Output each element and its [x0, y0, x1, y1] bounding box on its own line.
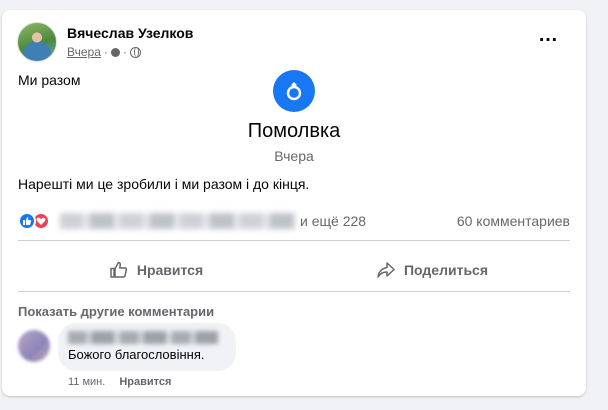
thumbs-up-icon [110, 261, 127, 278]
reactions-count[interactable]: и ещё 228 [300, 213, 366, 229]
show-more-comments-link[interactable]: Показать другие комментарии [18, 304, 214, 319]
post-text: Ми разом [18, 72, 81, 88]
commenter-name-redacted[interactable] [68, 331, 218, 344]
post-card: Вячеслав Узелков Вчера · · … Ми разом По… [2, 10, 586, 396]
post-actions: Нравится Поделиться [18, 250, 570, 290]
meta-separator: · [103, 45, 108, 59]
reactions-bar: и ещё 228 60 комментариев [18, 211, 570, 231]
more-options-icon[interactable]: … [538, 25, 559, 45]
post-header: Вячеслав Узелков Вчера · · … [17, 22, 567, 62]
share-button-label: Поделиться [403, 262, 489, 278]
event-date: Вчера [274, 148, 314, 164]
reacted-names-redacted[interactable] [60, 213, 296, 229]
meta-separator-2: · [122, 45, 127, 59]
share-icon [377, 262, 395, 278]
friends-icon [110, 47, 120, 57]
globe-icon [129, 46, 141, 58]
share-button[interactable]: Поделиться [294, 250, 570, 290]
comment-time[interactable]: 11 мин. [68, 376, 105, 388]
event-title: Помолвка [247, 120, 341, 142]
author-name[interactable]: Вячеслав Узелков [67, 25, 193, 41]
event-caption: Нарешті ми це зробили і ми разом і до кі… [18, 176, 310, 192]
author-avatar[interactable] [17, 22, 57, 62]
like-button-label: Нравится [136, 262, 204, 278]
divider [18, 240, 570, 241]
commenter-avatar[interactable] [18, 330, 50, 362]
comment-meta: 11 мин. Нравится [68, 376, 171, 388]
divider [18, 291, 570, 292]
comments-count[interactable]: 60 комментариев [457, 213, 570, 229]
post-meta: Вчера · · [67, 45, 141, 59]
comment-text: Божого благословіння. [68, 347, 205, 362]
post-time[interactable]: Вчера [67, 45, 101, 59]
comment-bubble: Божого благословіння. [58, 323, 236, 371]
comment-like-link[interactable]: Нравится [119, 376, 171, 388]
like-reaction-icon[interactable] [18, 212, 36, 230]
like-button[interactable]: Нравится [18, 250, 294, 290]
ring-icon [273, 70, 315, 112]
